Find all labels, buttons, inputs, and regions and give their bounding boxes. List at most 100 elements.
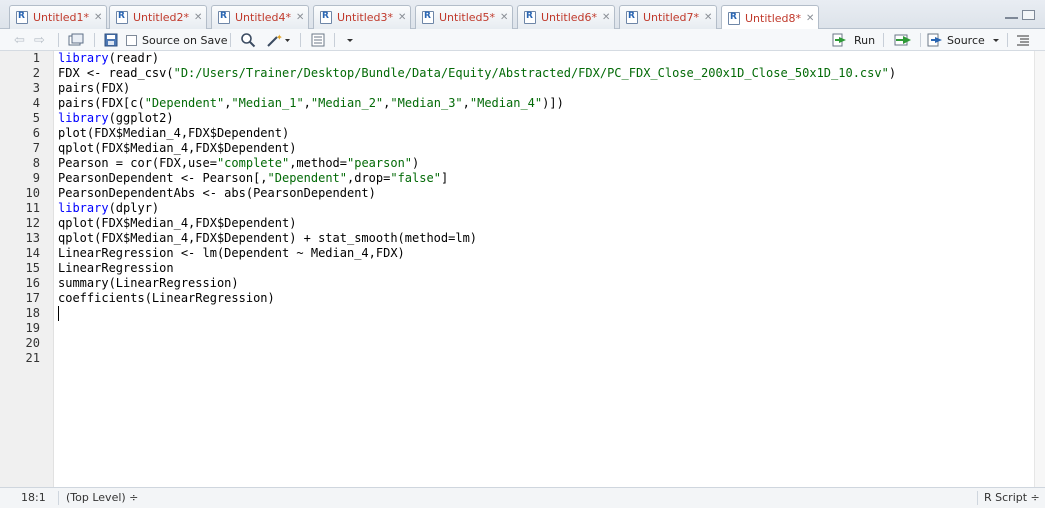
rerun-button[interactable] bbox=[893, 32, 915, 48]
close-icon[interactable]: ✕ bbox=[806, 13, 814, 24]
line-number: 1 bbox=[32, 51, 40, 65]
line-number: 21 bbox=[25, 351, 40, 365]
scope-selector[interactable]: (Top Level) ÷ bbox=[66, 491, 138, 504]
tab-untitled3[interactable]: Untitled3* ✕ bbox=[313, 5, 411, 29]
source-button[interactable]: Source bbox=[927, 32, 985, 48]
run-button[interactable]: Run bbox=[832, 32, 875, 48]
close-icon[interactable]: ✕ bbox=[94, 12, 102, 23]
code-line[interactable]: PearsonDependentAbs <- abs(PearsonDepend… bbox=[58, 186, 376, 201]
r-file-icon bbox=[16, 11, 28, 24]
code-tools-button[interactable]: ✦ bbox=[265, 32, 291, 48]
editor-status-bar: 18:1 (Top Level) ÷ R Script ÷ bbox=[0, 487, 1045, 508]
line-number: 4 bbox=[32, 96, 40, 110]
tab-untitled8[interactable]: Untitled8* ✕ bbox=[721, 5, 819, 30]
outline-menu-icon bbox=[1017, 35, 1029, 46]
code-line[interactable]: PearsonDependent <- Pearson[,"Dependent"… bbox=[58, 171, 448, 186]
line-number: 3 bbox=[32, 81, 40, 95]
svg-text:✦: ✦ bbox=[276, 33, 283, 42]
document-list-icon bbox=[311, 33, 325, 47]
tab-label: Untitled6* bbox=[541, 11, 598, 24]
code-line[interactable]: pairs(FDX[c("Dependent","Median_1","Medi… bbox=[58, 96, 564, 111]
text-cursor bbox=[58, 306, 59, 321]
line-number: 18 bbox=[25, 306, 40, 320]
source-on-save-checkbox[interactable] bbox=[126, 34, 137, 46]
code-line[interactable]: summary(LinearRegression) bbox=[58, 276, 239, 291]
toolbar-divider bbox=[334, 33, 335, 47]
tab-untitled6[interactable]: Untitled6* ✕ bbox=[517, 5, 615, 29]
show-in-window-button[interactable] bbox=[68, 32, 84, 48]
line-number: 9 bbox=[32, 171, 40, 185]
tab-untitled1[interactable]: Untitled1* ✕ bbox=[9, 5, 107, 29]
back-arrow-icon: ⇦ bbox=[14, 32, 25, 48]
pane-window-controls bbox=[1005, 10, 1035, 20]
toolbar-divider bbox=[1007, 33, 1008, 47]
magic-wand-icon: ✦ bbox=[267, 33, 290, 47]
tab-label: Untitled2* bbox=[133, 11, 190, 24]
close-icon[interactable]: ✕ bbox=[194, 12, 202, 23]
back-button[interactable]: ⇦ bbox=[14, 32, 25, 48]
more-options-dropdown[interactable] bbox=[345, 32, 355, 48]
search-icon bbox=[241, 33, 256, 48]
code-line[interactable]: LinearRegression <- lm(Dependent ~ Media… bbox=[58, 246, 405, 261]
maximize-pane-button[interactable] bbox=[1022, 10, 1035, 20]
line-number: 16 bbox=[25, 276, 40, 290]
line-number: 8 bbox=[32, 156, 40, 170]
save-button[interactable] bbox=[104, 32, 118, 48]
line-number: 5 bbox=[32, 111, 40, 125]
tab-untitled7[interactable]: Untitled7* ✕ bbox=[619, 5, 717, 29]
close-icon[interactable]: ✕ bbox=[602, 12, 610, 23]
tab-untitled5[interactable]: Untitled5* ✕ bbox=[415, 5, 513, 29]
tab-label: Untitled1* bbox=[33, 11, 90, 24]
line-number: 15 bbox=[25, 261, 40, 275]
code-line[interactable]: Pearson = cor(FDX,use="complete",method=… bbox=[58, 156, 419, 171]
code-line[interactable]: pairs(FDX) bbox=[58, 81, 130, 96]
tab-label: Untitled3* bbox=[337, 11, 394, 24]
code-editor[interactable]: library(readr) FDX <- read_csv("D:/Users… bbox=[54, 51, 1034, 487]
code-line[interactable]: plot(FDX$Median_4,FDX$Dependent) bbox=[58, 126, 289, 141]
line-number: 10 bbox=[25, 186, 40, 200]
source-on-save-toggle[interactable]: Source on Save bbox=[126, 32, 227, 48]
close-icon[interactable]: ✕ bbox=[296, 12, 304, 23]
close-icon[interactable]: ✕ bbox=[704, 12, 712, 23]
minimize-pane-button[interactable] bbox=[1005, 10, 1018, 19]
status-divider bbox=[58, 491, 59, 505]
code-line[interactable]: library(dplyr) bbox=[58, 201, 159, 216]
find-replace-button[interactable] bbox=[240, 32, 256, 48]
code-line[interactable]: qplot(FDX$Median_4,FDX$Dependent) + stat… bbox=[58, 231, 477, 246]
source-options-dropdown[interactable] bbox=[991, 32, 1001, 48]
close-icon[interactable]: ✕ bbox=[398, 12, 406, 23]
line-number: 19 bbox=[25, 321, 40, 335]
line-number: 12 bbox=[25, 216, 40, 230]
close-icon[interactable]: ✕ bbox=[500, 12, 508, 23]
document-outline-button[interactable] bbox=[1016, 32, 1030, 48]
editor-scrollbar[interactable] bbox=[1034, 51, 1045, 487]
code-line[interactable]: FDX <- read_csv("D:/Users/Trainer/Deskto… bbox=[58, 66, 896, 81]
source-label: Source bbox=[947, 33, 985, 47]
code-line[interactable]: library(readr) bbox=[58, 51, 159, 66]
tab-untitled4[interactable]: Untitled4* ✕ bbox=[211, 5, 309, 29]
forward-button[interactable]: ⇨ bbox=[34, 32, 45, 48]
line-number: 13 bbox=[25, 231, 40, 245]
r-file-icon bbox=[218, 11, 230, 24]
tab-label: Untitled7* bbox=[643, 11, 700, 24]
line-number-gutter: 1 2 3 4 5 6 7 8 9 10 11 12 13 14 15 16 1… bbox=[0, 51, 54, 487]
run-arrow-icon bbox=[832, 33, 846, 47]
r-file-icon bbox=[524, 11, 536, 24]
compile-report-button[interactable] bbox=[310, 32, 326, 48]
r-file-icon bbox=[116, 11, 128, 24]
code-line[interactable]: coefficients(LinearRegression) bbox=[58, 291, 275, 306]
source-arrow-icon bbox=[927, 33, 942, 47]
code-line[interactable]: LinearRegression bbox=[58, 261, 174, 276]
file-type-selector[interactable]: R Script ÷ bbox=[984, 491, 1040, 504]
toolbar-divider bbox=[58, 33, 59, 47]
r-file-icon bbox=[422, 11, 434, 24]
code-line[interactable]: library(ggplot2) bbox=[58, 111, 174, 126]
r-file-icon bbox=[626, 11, 638, 24]
toolbar-divider bbox=[883, 33, 884, 47]
toolbar-divider bbox=[300, 33, 301, 47]
run-label: Run bbox=[854, 33, 876, 47]
code-line[interactable]: qplot(FDX$Median_4,FDX$Dependent) bbox=[58, 141, 296, 156]
chevron-down-icon bbox=[347, 39, 353, 42]
tab-untitled2[interactable]: Untitled2* ✕ bbox=[109, 5, 207, 29]
code-line[interactable]: qplot(FDX$Median_4,FDX$Dependent) bbox=[58, 216, 296, 231]
